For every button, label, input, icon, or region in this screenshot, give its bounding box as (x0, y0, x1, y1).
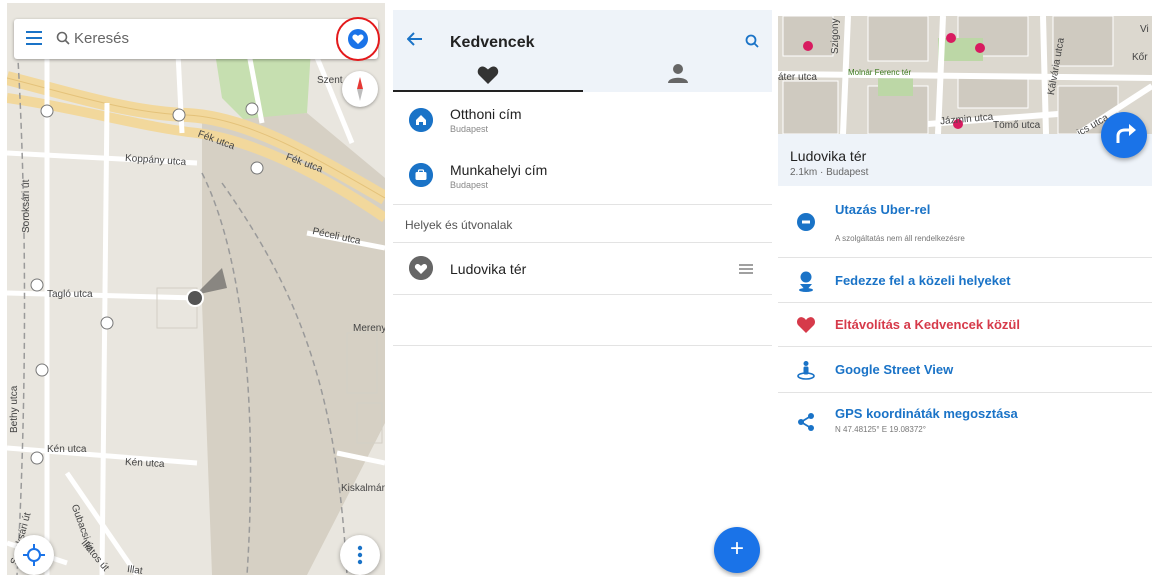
home-icon (409, 108, 433, 132)
briefcase-icon (409, 163, 433, 187)
turn-right-arrow-icon (1116, 124, 1136, 143)
add-favorite-button[interactable]: + (714, 527, 760, 573)
place-detail-panel: Szigony u Vi Kőr áter utca Molnár Ferenc… (778, 0, 1152, 577)
street-label: Kén utca (47, 444, 87, 455)
gps-coordinates: N 47.48125° E 19.08372° (835, 425, 926, 434)
compass-icon[interactable] (342, 71, 378, 107)
mini-map[interactable]: Szigony u Vi Kőr áter utca Molnár Ferenc… (778, 16, 1152, 134)
place-subtitle: 2.1km · Budapest (790, 167, 869, 178)
map-label: áter utca (778, 72, 817, 83)
divider (778, 257, 1152, 258)
search-icon (56, 31, 70, 45)
place-header: Ludovika tér 2.1km · Budapest (778, 134, 1152, 186)
action-remove-favorite[interactable]: Eltávolítás a Kedvencek közül (778, 306, 1152, 344)
street-view-icon (797, 361, 815, 380)
action-label: Fedezze fel a közeli helyeket (835, 273, 1011, 288)
more-icon[interactable] (340, 535, 380, 575)
search-bar[interactable]: Keresés (14, 19, 378, 59)
page-title: Kedvencek (450, 34, 535, 51)
action-label: Google Street View (835, 362, 954, 377)
street-label: Soroksári út (21, 179, 32, 233)
heart-icon (352, 34, 364, 44)
favorites-heart-icon[interactable] (348, 29, 368, 49)
map-label: Tömő utca (993, 120, 1041, 131)
section-label: Helyek és útvonalak (405, 218, 513, 232)
locate-icon[interactable] (14, 535, 54, 575)
back-arrow-icon[interactable] (407, 32, 423, 46)
divider (778, 346, 1152, 347)
heart-icon (477, 66, 499, 84)
navigate-button[interactable] (1101, 112, 1147, 158)
person-icon (668, 64, 688, 83)
heart-icon (409, 256, 433, 280)
search-input[interactable]: Keresés (74, 30, 129, 47)
street-label: Kiskalmár (341, 483, 385, 494)
place-name: Ludovika tér (790, 148, 867, 164)
divider (393, 345, 772, 346)
list-item-home[interactable]: Otthoni cím Budapest (393, 100, 772, 152)
list-item-subtitle: Budapest (450, 180, 489, 190)
divider (778, 392, 1152, 393)
menu-icon[interactable] (26, 31, 42, 47)
action-explore-nearby[interactable]: Fedezze fel a közeli helyeket (778, 262, 1152, 300)
action-label: GPS koordináták megosztása (835, 406, 1018, 421)
map-label: Szigony u (830, 16, 841, 54)
divider (393, 204, 772, 205)
person-pin-icon (799, 271, 813, 292)
street-label: Tagló utca (47, 289, 93, 300)
heart-icon (796, 317, 816, 333)
street-label: Kén utca (124, 456, 165, 471)
search-icon[interactable] (745, 34, 759, 48)
favorites-panel: Kedvencek Otthoni cím Budapest Munkahely (393, 0, 772, 577)
share-icon (798, 413, 814, 431)
tab-contacts[interactable] (583, 52, 772, 92)
drag-handle-icon[interactable] (739, 264, 753, 274)
map-panel[interactable]: Koppány utca Fék utca Fék utca Péceli ut… (7, 3, 385, 575)
list-item-work[interactable]: Munkahelyi cím Budapest (393, 157, 772, 203)
list-item-place[interactable]: Ludovika tér (393, 250, 772, 290)
action-uber[interactable]: Utazás Uber-rel A szolgáltatás nem áll r… (778, 196, 1152, 256)
action-label: Eltávolítás a Kedvencek közül (835, 317, 1020, 332)
divider (778, 302, 1152, 303)
list-item-title: Munkahelyi cím (450, 162, 548, 178)
uber-icon (797, 213, 815, 231)
list-item-title: Otthoni cím (450, 106, 522, 122)
tab-favorites[interactable] (393, 52, 583, 92)
action-label: Utazás Uber-rel (835, 202, 931, 217)
action-sublabel: A szolgáltatás nem áll rendelkezésre (835, 234, 965, 243)
street-label: Szent (317, 75, 343, 86)
divider (393, 294, 772, 295)
street-label: Merenyi (353, 323, 385, 334)
tab-indicator (393, 90, 583, 92)
street-label: Bethy utca (9, 385, 20, 433)
action-street-view[interactable]: Google Street View (778, 350, 1152, 390)
list-item-title: Ludovika tér (450, 261, 527, 277)
map-label: Kőr (1132, 52, 1148, 63)
list-item-subtitle: Budapest (450, 124, 489, 134)
divider (393, 242, 772, 243)
map-label: Vi (1140, 24, 1149, 35)
street-label: Illat (126, 563, 144, 575)
action-share-gps[interactable]: GPS koordináták megosztása N 47.48125° E… (778, 400, 1152, 440)
map-label: Molnár Ferenc tér (848, 68, 912, 77)
